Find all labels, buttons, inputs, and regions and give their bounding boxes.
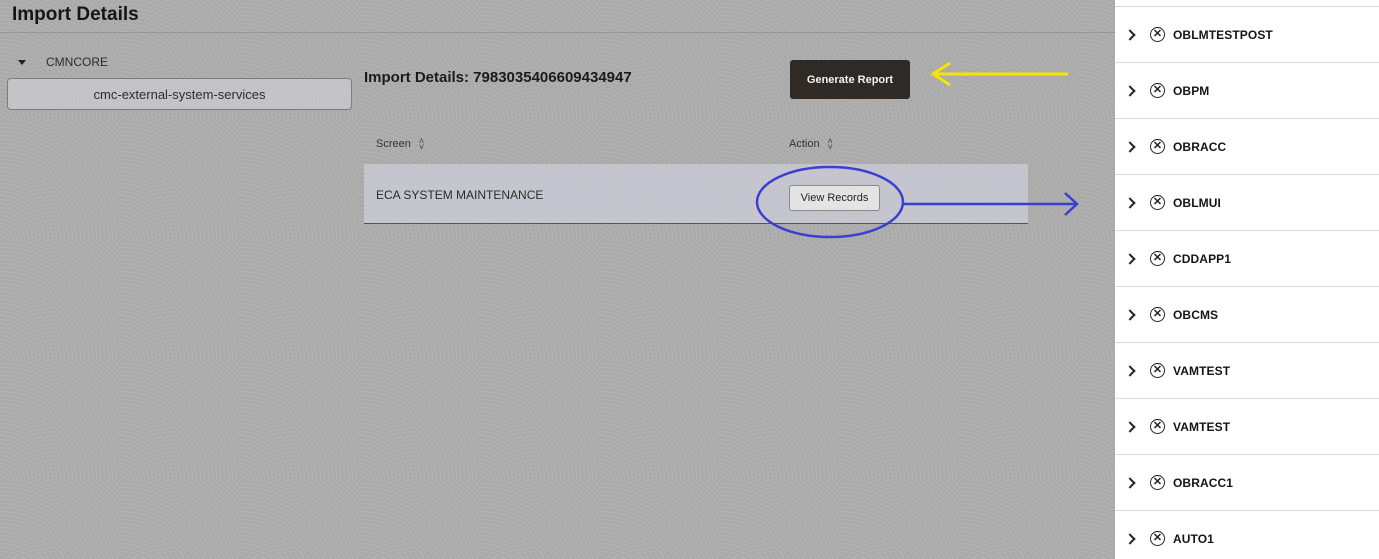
- list-item[interactable]: ✕ OBPM: [1115, 63, 1379, 119]
- list-item[interactable]: ✕ VAMTEST: [1115, 343, 1379, 399]
- chevron-right-icon[interactable]: [1124, 252, 1136, 265]
- table-row: ECA SYSTEM MAINTENANCE View Records: [364, 164, 1028, 224]
- list-item-label: OBPM: [1173, 83, 1210, 98]
- title-divider: [0, 32, 1115, 33]
- column-header-screen[interactable]: Screen ˄ ˅: [376, 137, 424, 152]
- chevron-right-icon[interactable]: [1124, 420, 1136, 433]
- table-header: Screen ˄ ˅ Action ˄ ˅: [364, 124, 1028, 164]
- import-details-heading: Import Details: 7983035406609434947: [364, 69, 632, 86]
- list-item[interactable]: ✕ OBLMTESTPOST: [1115, 7, 1379, 63]
- close-circle-icon: ✕: [1150, 83, 1165, 98]
- column-header-label: Action: [789, 138, 820, 150]
- close-circle-icon: ✕: [1150, 27, 1165, 42]
- generate-report-button[interactable]: Generate Report: [790, 60, 910, 99]
- list-item[interactable]: ✕ OBRACC: [1115, 119, 1379, 175]
- list-item-label: VAMTEST: [1173, 419, 1231, 434]
- column-header-label: Screen: [376, 138, 411, 150]
- tree-root-label: CMNCORE: [46, 55, 108, 69]
- list-item[interactable]: ✕ OBRACC1: [1115, 455, 1379, 511]
- tree-node-root[interactable]: CMNCORE: [18, 55, 108, 69]
- close-circle-icon: ✕: [1150, 139, 1165, 154]
- close-circle-icon: ✕: [1150, 363, 1165, 378]
- list-item[interactable]: ✕ OBCMS: [1115, 287, 1379, 343]
- chevron-right-icon[interactable]: [1124, 140, 1136, 153]
- chevron-right-icon[interactable]: [1124, 532, 1136, 545]
- close-circle-icon: ✕: [1150, 251, 1165, 266]
- side-panel: ✕ OBLMTESTPOST ✕ OBPM ✕ OBRACC ✕ OBLMUI …: [1115, 0, 1379, 559]
- list-item-label: VAMTEST: [1173, 363, 1231, 378]
- import-details-table: Screen ˄ ˅ Action ˄ ˅ ECA SYSTEM MAINTENAN…: [364, 124, 1028, 224]
- tree-node-child[interactable]: cmc-external-system-services: [7, 78, 352, 110]
- list-item[interactable]: ✕ OBLMUI: [1115, 175, 1379, 231]
- panel-list: ✕ OBLMTESTPOST ✕ OBPM ✕ OBRACC ✕ OBLMUI …: [1115, 7, 1379, 559]
- page-title: Import Details: [12, 4, 139, 25]
- list-item-label: OBLMUI: [1173, 195, 1221, 210]
- close-circle-icon: ✕: [1150, 419, 1165, 434]
- list-item-label: OBLMTESTPOST: [1173, 27, 1273, 42]
- sort-icon[interactable]: ˄ ˅: [419, 137, 424, 152]
- view-records-button[interactable]: View Records: [789, 185, 880, 211]
- list-item-label: OBCMS: [1173, 307, 1219, 322]
- list-item-label: CDDAPP1: [1173, 251, 1232, 266]
- list-item[interactable]: ✕ VAMTEST: [1115, 399, 1379, 455]
- sort-icon[interactable]: ˄ ˅: [828, 137, 833, 152]
- chevron-right-icon[interactable]: [1124, 84, 1136, 97]
- close-circle-icon: ✕: [1150, 475, 1165, 490]
- chevron-right-icon[interactable]: [1124, 28, 1136, 41]
- list-item[interactable]: ✕ CDDAPP1: [1115, 231, 1379, 287]
- chevron-right-icon[interactable]: [1124, 476, 1136, 489]
- list-item-label: OBRACC1: [1173, 475, 1234, 490]
- column-header-action[interactable]: Action ˄ ˅: [789, 137, 833, 152]
- close-circle-icon: ✕: [1150, 531, 1165, 546]
- list-item[interactable]: ✕ AUTO1: [1115, 511, 1379, 559]
- list-item-label: AUTO1: [1173, 531, 1214, 546]
- close-circle-icon: ✕: [1150, 195, 1165, 210]
- close-circle-icon: ✕: [1150, 307, 1165, 322]
- chevron-right-icon[interactable]: [1124, 364, 1136, 377]
- cell-screen: ECA SYSTEM MAINTENANCE: [376, 188, 544, 202]
- chevron-right-icon[interactable]: [1124, 308, 1136, 321]
- caret-down-icon[interactable]: [18, 59, 26, 65]
- list-item-label: OBRACC: [1173, 139, 1227, 154]
- chevron-right-icon[interactable]: [1124, 196, 1136, 209]
